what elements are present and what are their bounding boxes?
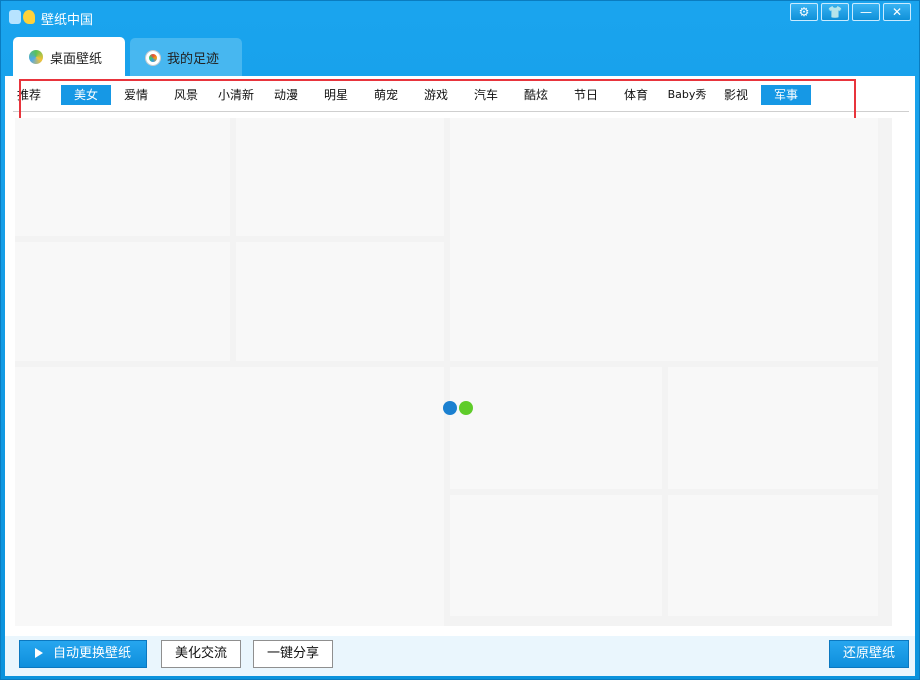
category-baby[interactable]: Baby秀 xyxy=(667,85,707,105)
wallpaper-tile[interactable] xyxy=(15,367,444,626)
wallpaper-tile[interactable] xyxy=(236,118,444,236)
wallpaper-tile[interactable] xyxy=(668,367,878,489)
category-recommend[interactable]: 推荐 xyxy=(15,85,43,105)
auto-change-wallpaper-button[interactable]: 自动更换壁纸 xyxy=(19,640,147,668)
play-icon xyxy=(34,648,43,658)
app-window: 壁纸中国 ⚙ 👕 — ✕ 桌面壁纸 我的足迹 推荐 美女 爱情 风景 小清新 动… xyxy=(0,0,920,680)
footprint-icon xyxy=(146,50,160,65)
category-divider xyxy=(13,111,909,112)
beautify-exchange-button[interactable]: 美化交流 xyxy=(161,640,241,668)
wallpaper-tile[interactable] xyxy=(15,242,230,361)
skin-icon[interactable]: 👕 xyxy=(821,3,849,21)
app-logo-icon xyxy=(9,8,39,26)
tab-label: 桌面壁纸 xyxy=(50,51,103,67)
category-beauty[interactable]: 美女 xyxy=(61,85,111,105)
category-anime[interactable]: 动漫 xyxy=(273,85,299,105)
wallpaper-tile[interactable] xyxy=(668,495,878,616)
one-click-share-button[interactable]: 一键分享 xyxy=(253,640,333,668)
category-military[interactable]: 军事 xyxy=(761,85,811,105)
category-sports[interactable]: 体育 xyxy=(623,85,649,105)
main-tabs: 桌面壁纸 我的足迹 xyxy=(13,37,242,77)
footer-bar: 自动更换壁纸 美化交流 一键分享 还原壁纸 xyxy=(5,636,915,676)
category-cool[interactable]: 酷炫 xyxy=(523,85,549,105)
wallpaper-tile[interactable] xyxy=(450,367,662,489)
category-celebrity[interactable]: 明星 xyxy=(323,85,349,105)
loading-spinner xyxy=(443,401,473,415)
category-fresh[interactable]: 小清新 xyxy=(217,85,255,105)
wallpaper-tile[interactable] xyxy=(450,118,878,361)
loading-dot-green xyxy=(459,401,473,415)
category-love[interactable]: 爱情 xyxy=(123,85,149,105)
category-holidays[interactable]: 节日 xyxy=(573,85,599,105)
category-pets[interactable]: 萌宠 xyxy=(373,85,399,105)
category-movies[interactable]: 影视 xyxy=(723,85,749,105)
tab-label: 我的足迹 xyxy=(167,52,220,67)
category-cars[interactable]: 汽车 xyxy=(473,85,499,105)
app-title: 壁纸中国 xyxy=(41,13,94,28)
desktop-wallpaper-icon xyxy=(29,50,43,64)
tab-my-footprint[interactable]: 我的足迹 xyxy=(130,38,242,77)
category-scenery[interactable]: 风景 xyxy=(173,85,199,105)
loading-dot-blue xyxy=(443,401,457,415)
auto-change-label: 自动更换壁纸 xyxy=(52,646,131,661)
wallpaper-tile[interactable] xyxy=(236,242,444,361)
settings-icon[interactable]: ⚙ xyxy=(790,3,818,21)
minimize-icon[interactable]: — xyxy=(852,3,880,21)
content-panel: 推荐 美女 爱情 风景 小清新 动漫 明星 萌宠 游戏 汽车 酷炫 节日 体育 … xyxy=(5,76,915,636)
restore-wallpaper-button[interactable]: 还原壁纸 xyxy=(829,640,909,668)
close-icon[interactable]: ✕ xyxy=(883,3,911,21)
wallpaper-tile[interactable] xyxy=(450,495,662,616)
wallpaper-grid xyxy=(15,118,892,626)
category-games[interactable]: 游戏 xyxy=(423,85,449,105)
window-controls: ⚙ 👕 — ✕ xyxy=(790,3,911,21)
category-bar: 推荐 美女 爱情 风景 小清新 动漫 明星 萌宠 游戏 汽车 酷炫 节日 体育 … xyxy=(15,84,910,106)
tab-desktop-wallpaper[interactable]: 桌面壁纸 xyxy=(13,37,125,77)
wallpaper-tile[interactable] xyxy=(15,118,230,236)
title-bar[interactable]: 壁纸中国 ⚙ 👕 — ✕ xyxy=(1,1,920,33)
